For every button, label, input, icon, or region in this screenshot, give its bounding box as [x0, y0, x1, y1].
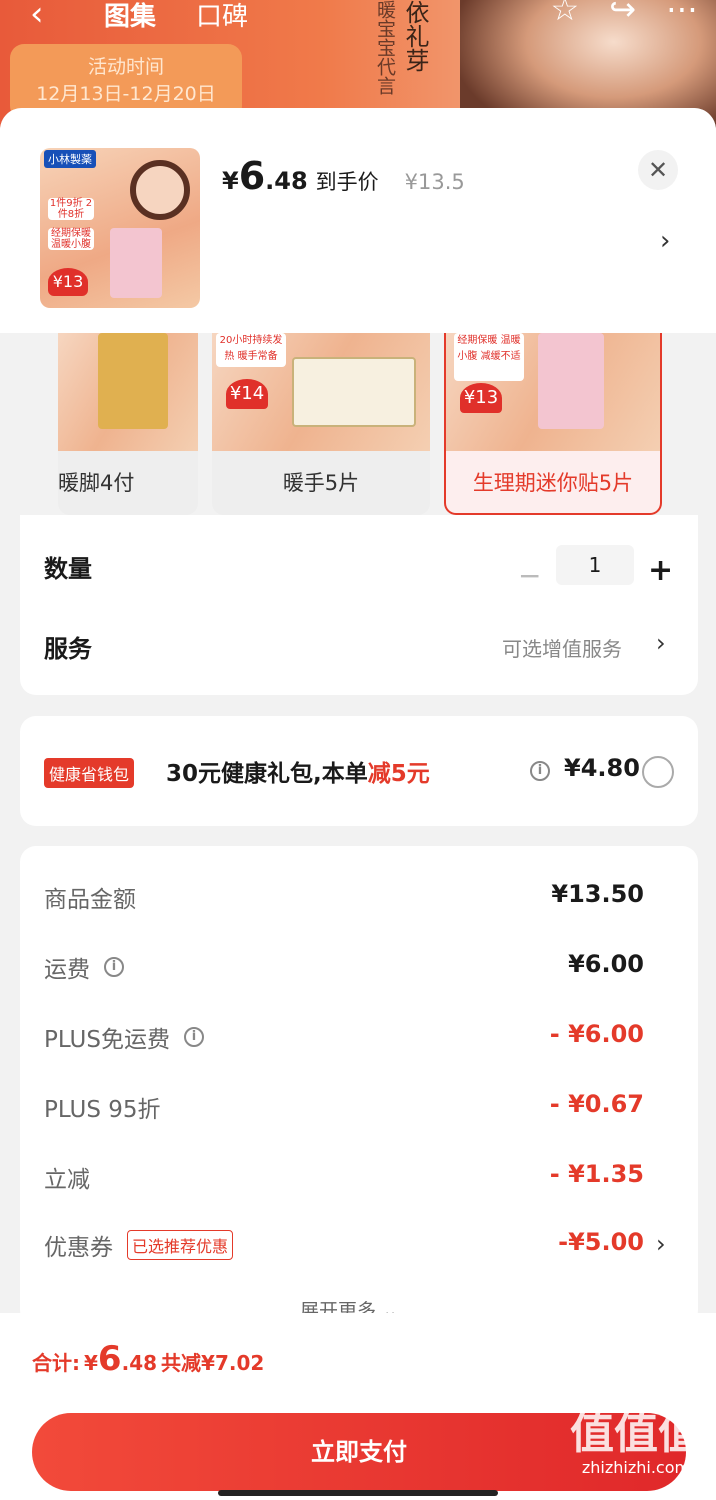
package-image — [538, 333, 604, 429]
info-icon[interactable]: i — [530, 761, 550, 781]
chevron-right-icon[interactable]: › — [660, 226, 670, 256]
header-actions: ☆ ↪ ⋯ — [551, 0, 699, 28]
close-icon[interactable]: ✕ — [638, 150, 678, 190]
summary-row: 商品金额 ¥13.50 — [44, 880, 644, 916]
summary-value: ¥6.00 — [568, 950, 644, 978]
price-row: ¥6.48 到手价 ¥13.5 — [222, 154, 465, 198]
thumb-model-image — [130, 160, 190, 220]
total-amount: ¥6.48 — [84, 1339, 158, 1379]
variant-badge: 20小时持续发热 暖手常备 — [216, 333, 286, 367]
activity-dates: 12月13日-12月20日 — [36, 83, 216, 105]
site-watermark: 值值值 zhizhizhi.com — [566, 1410, 706, 1490]
thumb-brand: 小林製薬 — [44, 150, 96, 168]
variant-option-selected[interactable]: 经期保暖 温暖小腹 减缓不适 ¥13 生理期迷你贴5片 — [444, 333, 662, 515]
promo-badge: 健康省钱包 — [44, 758, 135, 788]
tab-gallery[interactable]: 图集 — [104, 0, 156, 33]
summary-row: 立减 - ¥1.35 — [44, 1160, 644, 1196]
variant-badge: 经期保暖 温暖小腹 减缓不适 — [454, 333, 524, 381]
final-price: ¥6.48 — [222, 154, 308, 198]
coupon-label: 优惠券 — [44, 1235, 113, 1261]
quantity-minus-button[interactable]: − — [518, 559, 541, 592]
promo-card[interactable]: 健康省钱包 30元健康礼包,本单减5元 i ¥4.80 — [20, 716, 698, 826]
product-summary: 小林製薬 1件9折 2件8折 经期保暖 温暖小腹 ¥13 ¥6.48 到手价 ¥… — [0, 108, 716, 333]
more-icon[interactable]: ⋯ — [666, 0, 698, 28]
home-indicator[interactable] — [218, 1490, 498, 1496]
thumb-discount-tag: 1件9折 2件8折 — [48, 198, 94, 220]
share-icon[interactable]: ↪ — [609, 0, 636, 28]
quantity-label: 数量 — [44, 555, 92, 583]
coupon-tag: 已选推荐优惠 — [127, 1230, 234, 1260]
variant-option[interactable]: 20小时持续发热 暖手常备 ¥14 暖手5片 — [212, 333, 430, 515]
order-total: 合计: ¥6.48 共减¥7.02 — [32, 1339, 264, 1379]
summary-label: 运费 — [44, 957, 90, 983]
service-hint[interactable]: 可选增值服务 — [502, 633, 622, 662]
product-thumbnail: 小林製薬 1件9折 2件8折 经期保暖 温暖小腹 ¥13 — [40, 148, 200, 308]
quantity-input[interactable]: 1 — [556, 545, 634, 585]
promo-text: 30元健康礼包,本单减5元 — [166, 761, 430, 787]
summary-value: - ¥1.35 — [549, 1160, 644, 1188]
variant-option[interactable]: 暖脚4付 — [58, 333, 198, 515]
package-image — [98, 333, 168, 429]
info-icon[interactable]: i — [183, 1027, 204, 1047]
thumb-price-badge: ¥13 — [48, 268, 88, 296]
summary-row: PLUS免运费 i - ¥6.00 — [44, 1020, 644, 1056]
variant-label: 暖脚4付 — [58, 470, 135, 495]
package-image — [292, 357, 416, 427]
service-label: 服务 — [44, 635, 92, 663]
summary-value: - ¥0.67 — [549, 1090, 644, 1118]
price-breakdown-card: 商品金额 ¥13.50 运费 i ¥6.00 PLUS免运费 i - ¥6.00 P… — [20, 846, 698, 1326]
variant-selector: 暖脚4付 20小时持续发热 暖手常备 ¥14 暖手5片 经期保暖 温暖小腹 减缓… — [0, 333, 716, 515]
tab-reviews[interactable]: 口碑 — [196, 0, 248, 33]
star-icon[interactable]: ☆ — [551, 0, 580, 28]
thumb-feature-tag: 经期保暖 温暖小腹 — [48, 228, 94, 250]
coupon-value: -¥5.00 — [558, 1228, 644, 1256]
summary-label: PLUS 95折 — [44, 1097, 161, 1123]
summary-value: - ¥6.00 — [549, 1020, 644, 1048]
summary-row: PLUS 95折 - ¥0.67 — [44, 1090, 644, 1126]
promo-price: ¥4.80 — [564, 754, 640, 782]
chevron-right-icon[interactable]: › — [656, 1230, 666, 1258]
variant-price-badge: ¥13 — [460, 383, 502, 413]
options-card: 数量 − 1 + 服务 可选增值服务 › — [20, 515, 698, 695]
variant-label: 生理期迷你贴5片 — [472, 470, 634, 495]
coupon-row[interactable]: 优惠券 已选推荐优惠 -¥5.00 — [44, 1228, 644, 1264]
thumb-package-image — [110, 228, 162, 298]
variant-label: 暖手5片 — [282, 470, 360, 495]
summary-label: PLUS免运费 — [44, 1027, 170, 1053]
activity-title: 活动时间 — [87, 56, 164, 78]
spokesperson-name: 依礼芽 — [401, 0, 429, 72]
watermark-logo: 值值值 — [570, 1408, 702, 1459]
promo-radio[interactable] — [642, 756, 674, 788]
back-arrow-icon[interactable]: ‹ — [30, 0, 44, 34]
total-label: 合计: — [32, 1351, 80, 1375]
quantity-plus-button[interactable]: + — [648, 553, 673, 588]
variant-image: 20小时持续发热 暖手常备 ¥14 — [212, 333, 430, 451]
total-saved: 共减¥7.02 — [161, 1351, 265, 1375]
original-price: ¥13.5 — [404, 170, 465, 194]
summary-value: ¥13.50 — [551, 880, 644, 908]
watermark-url: zhizhizhi.com — [581, 1458, 691, 1477]
final-price-label: 到手价 — [315, 170, 379, 194]
variant-image: 经期保暖 温暖小腹 减缓不适 ¥13 — [446, 333, 660, 451]
summary-label: 立减 — [44, 1167, 90, 1193]
purchase-sheet: 小林製薬 1件9折 2件8折 经期保暖 温暖小腹 ¥13 ¥6.48 到手价 ¥… — [0, 108, 716, 1500]
spokesperson-caption: 暖宝宝代言 — [374, 0, 396, 95]
summary-row: 运费 i ¥6.00 — [44, 950, 644, 986]
variant-price-badge: ¥14 — [226, 379, 268, 409]
variant-image — [58, 333, 198, 451]
chevron-right-icon[interactable]: › — [656, 629, 666, 657]
info-icon[interactable]: i — [104, 957, 124, 977]
summary-label: 商品金额 — [44, 887, 136, 913]
